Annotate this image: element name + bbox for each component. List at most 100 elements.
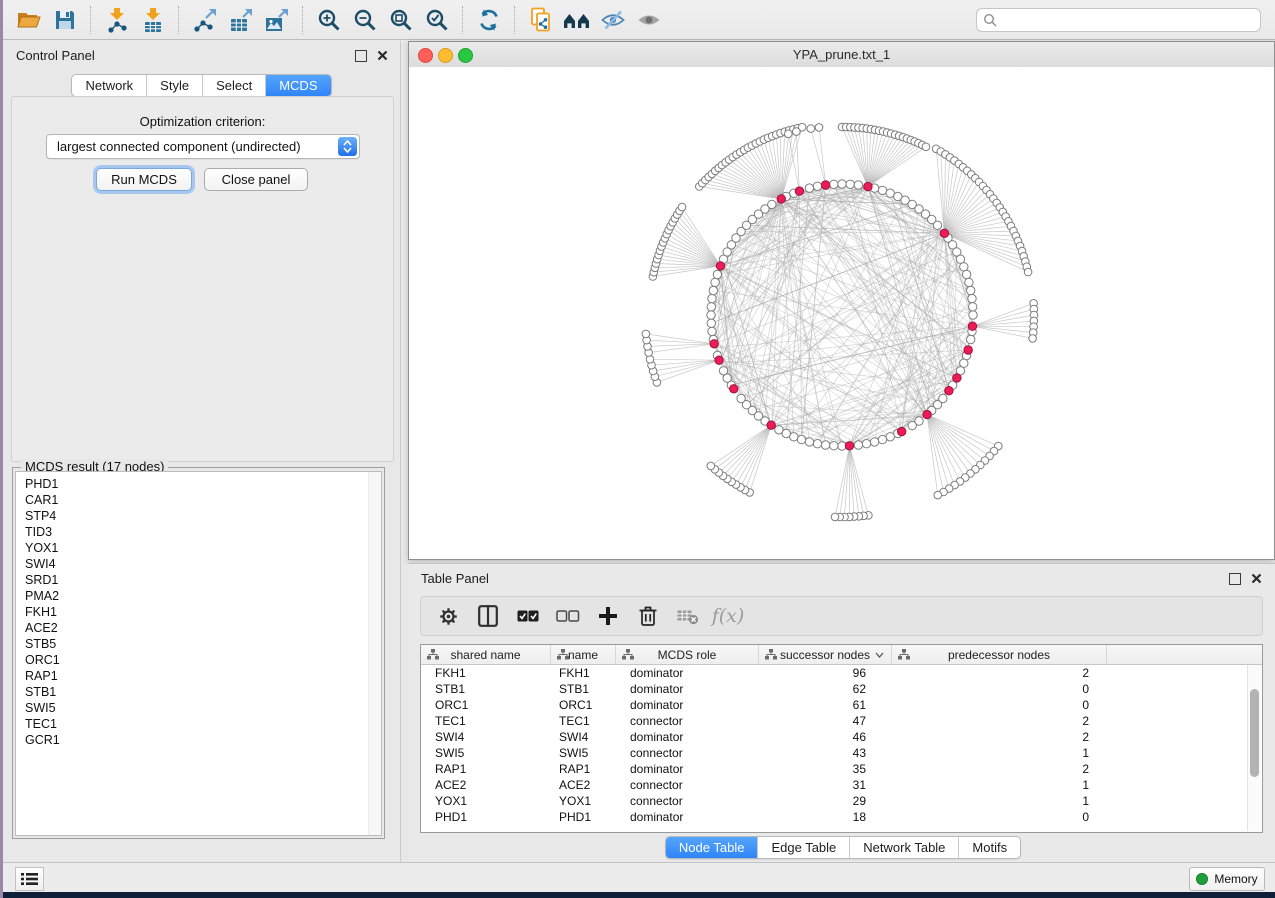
- network-node[interactable]: [933, 221, 941, 229]
- float-panel-icon[interactable]: [1229, 573, 1241, 585]
- mcds-result-item[interactable]: TID3: [16, 524, 381, 540]
- list-scrollbar[interactable]: [368, 472, 381, 835]
- table-cell[interactable]: 2: [892, 713, 1107, 729]
- mcds-result-item[interactable]: CAR1: [16, 492, 381, 508]
- network-node[interactable]: [813, 182, 821, 190]
- table-cell[interactable]: SWI4: [421, 729, 551, 745]
- network-node[interactable]: [854, 181, 862, 189]
- select-all-rows-icon[interactable]: [513, 601, 543, 631]
- deselect-all-rows-icon[interactable]: [553, 601, 583, 631]
- network-node[interactable]: [737, 394, 745, 402]
- network-node[interactable]: [708, 327, 716, 335]
- network-leaf-node[interactable]: [1024, 268, 1032, 276]
- export-network-icon[interactable]: [187, 4, 223, 36]
- mcds-hub-node[interactable]: [945, 387, 953, 395]
- column-header-name[interactable]: name: [551, 645, 616, 664]
- mcds-hub-node[interactable]: [898, 427, 906, 435]
- table-cell[interactable]: TEC1: [551, 713, 616, 729]
- mcds-hub-node[interactable]: [953, 374, 961, 382]
- node-table[interactable]: shared namenameMCDS rolesuccessor nodesp…: [420, 644, 1263, 833]
- table-row[interactable]: ACE2ACE2connector311: [421, 777, 1262, 793]
- table-cell[interactable]: YOX1: [421, 793, 551, 809]
- table-cell[interactable]: PHD1: [421, 809, 551, 825]
- network-node[interactable]: [797, 435, 805, 443]
- table-cell[interactable]: FKH1: [421, 665, 551, 681]
- table-cell[interactable]: dominator: [616, 809, 759, 825]
- network-node[interactable]: [707, 319, 715, 327]
- mcds-result-item[interactable]: TEC1: [16, 716, 381, 732]
- mcds-hub-node[interactable]: [964, 346, 972, 354]
- mcds-result-item[interactable]: GCR1: [16, 732, 381, 748]
- network-from-selection-icon[interactable]: [523, 4, 559, 36]
- mcds-hub-node[interactable]: [968, 322, 976, 330]
- tab-node-table[interactable]: Node Table: [666, 837, 758, 858]
- table-cell[interactable]: 43: [759, 745, 892, 761]
- table-cell[interactable]: 1: [892, 793, 1107, 809]
- network-node[interactable]: [960, 263, 968, 271]
- network-leaf-node[interactable]: [934, 491, 942, 499]
- network-leaf-node[interactable]: [815, 124, 823, 132]
- table-cell[interactable]: 46: [759, 729, 892, 745]
- table-cell[interactable]: dominator: [616, 697, 759, 713]
- network-node[interactable]: [886, 433, 894, 441]
- tab-edge-table[interactable]: Edge Table: [757, 837, 849, 858]
- network-leaf-node[interactable]: [642, 330, 650, 338]
- export-table-icon[interactable]: [223, 4, 259, 36]
- mcds-hub-node[interactable]: [716, 262, 724, 270]
- table-cell[interactable]: dominator: [616, 681, 759, 697]
- table-cell[interactable]: ACE2: [421, 777, 551, 793]
- network-node[interactable]: [962, 270, 970, 278]
- table-cell[interactable]: 29: [759, 793, 892, 809]
- table-cell[interactable]: 35: [759, 761, 892, 777]
- mcds-result-item[interactable]: YOX1: [16, 540, 381, 556]
- network-node[interactable]: [965, 278, 973, 286]
- table-cell[interactable]: STB1: [551, 681, 616, 697]
- table-row[interactable]: ORC1ORC1dominator610: [421, 697, 1262, 713]
- first-neighbors-icon[interactable]: [559, 4, 595, 36]
- zoom-selected-icon[interactable]: [419, 4, 455, 36]
- delete-columns-icon[interactable]: [633, 601, 663, 631]
- network-canvas[interactable]: [409, 67, 1274, 559]
- table-cell[interactable]: YOX1: [551, 793, 616, 809]
- network-node[interactable]: [768, 200, 776, 208]
- tab-select[interactable]: Select: [202, 75, 265, 96]
- table-cell[interactable]: dominator: [616, 665, 759, 681]
- table-cell[interactable]: 96: [759, 665, 892, 681]
- network-leaf-node[interactable]: [785, 130, 793, 138]
- zoom-fit-icon[interactable]: [383, 4, 419, 36]
- column-header-predecessor-nodes[interactable]: predecessor nodes: [892, 645, 1107, 664]
- network-node[interactable]: [821, 441, 829, 449]
- network-node[interactable]: [830, 442, 838, 450]
- network-node[interactable]: [711, 278, 719, 286]
- import-table-icon[interactable]: [135, 4, 171, 36]
- network-node[interactable]: [878, 435, 886, 443]
- table-row[interactable]: SWI5SWI5connector431: [421, 745, 1262, 761]
- optimization-criterion-select[interactable]: largest connected component (undirected): [46, 134, 360, 159]
- table-cell[interactable]: RAP1: [551, 761, 616, 777]
- mcds-result-list[interactable]: PHD1CAR1STP4TID3YOX1SWI4SRD1PMA2FKH1ACE2…: [15, 471, 382, 836]
- close-panel-icon[interactable]: [377, 50, 388, 61]
- network-leaf-node[interactable]: [831, 513, 839, 521]
- network-leaf-node[interactable]: [1029, 335, 1037, 343]
- table-cell[interactable]: dominator: [616, 729, 759, 745]
- table-mode-gear-icon[interactable]: [433, 601, 463, 631]
- table-cell[interactable]: ORC1: [551, 697, 616, 713]
- show-panels-list-button[interactable]: [15, 867, 44, 891]
- table-row[interactable]: STB1STB1dominator620: [421, 681, 1262, 697]
- network-node[interactable]: [830, 180, 838, 188]
- zoom-out-icon[interactable]: [347, 4, 383, 36]
- mcds-result-item[interactable]: SWI4: [16, 556, 381, 572]
- mcds-result-item[interactable]: SRD1: [16, 572, 381, 588]
- table-cell[interactable]: STB1: [421, 681, 551, 697]
- column-header-shared-name[interactable]: shared name: [421, 645, 551, 664]
- network-leaf-node[interactable]: [678, 203, 686, 211]
- table-row[interactable]: RAP1RAP1dominator352: [421, 761, 1262, 777]
- network-leaf-node[interactable]: [793, 128, 801, 136]
- network-leaf-node[interactable]: [807, 125, 815, 133]
- mcds-result-item[interactable]: ACE2: [16, 620, 381, 636]
- table-cell[interactable]: FKH1: [551, 665, 616, 681]
- table-cell[interactable]: ACE2: [551, 777, 616, 793]
- table-row[interactable]: FKH1FKH1dominator962: [421, 665, 1262, 681]
- network-node[interactable]: [719, 367, 727, 375]
- table-scrollbar-thumb[interactable]: [1250, 689, 1259, 777]
